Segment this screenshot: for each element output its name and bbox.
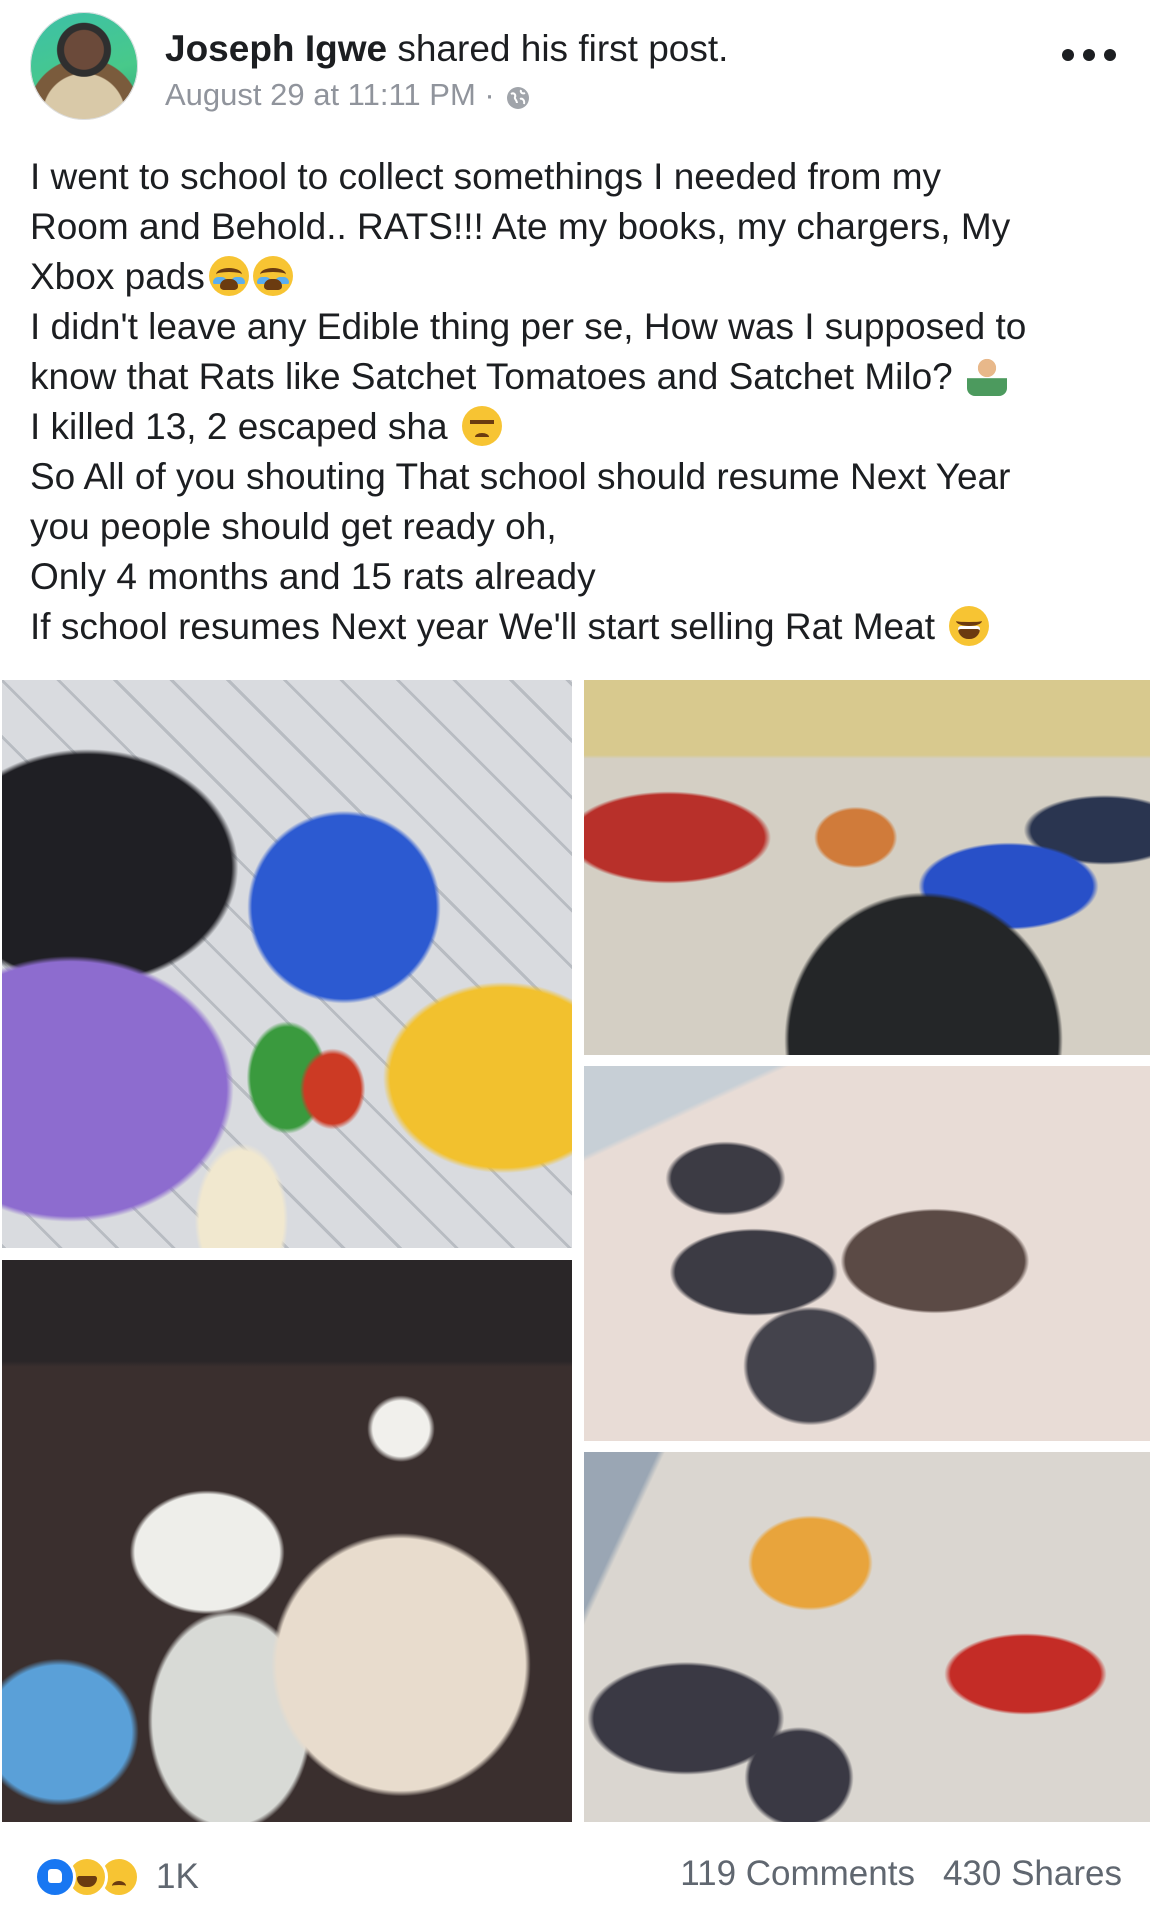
comments-count-link[interactable]: 119 Comments — [680, 1854, 915, 1893]
globe-icon[interactable] — [505, 82, 531, 109]
post-photo-4[interactable] — [2, 1260, 572, 1822]
post-line: I killed 13, 2 escaped sha — [30, 402, 1130, 452]
post-action-text: shared his first post. — [397, 28, 729, 69]
man-shrugging-icon — [967, 356, 1008, 396]
post-line: Only 4 months and 15 rats already — [30, 556, 596, 597]
laughing-face-icon — [949, 606, 990, 646]
post-line: know that Rats like Satchet Tomatoes and… — [30, 352, 1130, 402]
post-line: I went to school to collect somethings I… — [30, 156, 942, 197]
post-photo-1[interactable] — [2, 680, 572, 1248]
post-line: Xbox pads — [30, 252, 1130, 302]
post-title-line: Joseph Igwe shared his first post. — [165, 26, 728, 72]
post-line: I didn't leave any Edible thing per se, … — [30, 306, 1027, 347]
unamused-face-icon — [461, 406, 502, 446]
crying-face-icon — [208, 256, 249, 296]
post-line: Room and Behold.. RATS!!! Ate my books, … — [30, 206, 1011, 247]
like-icon — [34, 1856, 76, 1898]
author-name[interactable]: Joseph Igwe — [165, 28, 387, 69]
reaction-count: 1K — [156, 1857, 199, 1896]
more-options-icon[interactable] — [1062, 48, 1116, 62]
post-line: If school resumes Next year We'll start … — [30, 602, 1130, 652]
author-avatar[interactable] — [30, 12, 138, 120]
meta-separator: · — [484, 77, 495, 112]
post-photo-3[interactable] — [584, 1066, 1150, 1441]
crying-face-icon — [252, 256, 293, 296]
post-footer: 1K 119 Comments 430 Shares — [0, 1838, 1152, 1918]
engagement-stats: 119 Comments 430 Shares — [680, 1854, 1122, 1894]
post-photo-5[interactable] — [584, 1452, 1150, 1822]
post-header: Joseph Igwe shared his first post. Augus… — [0, 0, 1152, 140]
post-photo-2[interactable] — [584, 680, 1150, 1055]
reactions-summary[interactable]: 1K — [34, 1856, 199, 1898]
post-body: I went to school to collect somethings I… — [30, 152, 1130, 652]
post-line: you people should get ready oh, — [30, 506, 557, 547]
post-meta: August 29 at 11:11 PM · — [165, 76, 531, 114]
shares-count-link[interactable]: 430 Shares — [943, 1854, 1122, 1893]
post-line: So All of you shouting That school shoul… — [30, 456, 1011, 497]
post-date[interactable]: August 29 at 11:11 PM — [165, 76, 476, 114]
